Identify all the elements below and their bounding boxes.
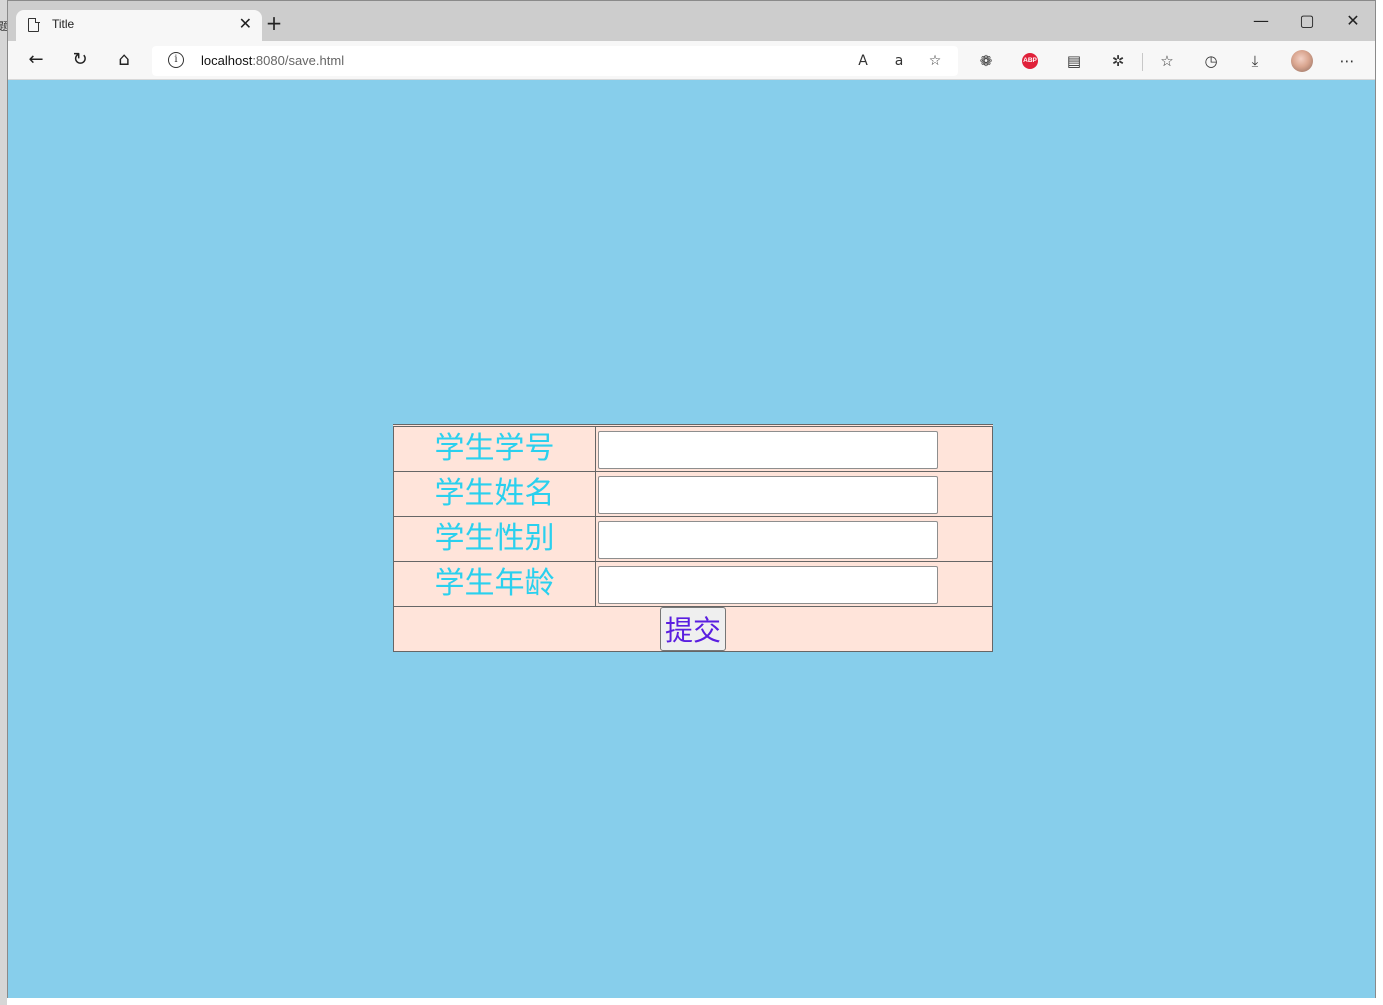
history-icon[interactable]: ◷ bbox=[1199, 49, 1223, 73]
page-icon bbox=[28, 17, 40, 32]
url-path: :8080/save.html bbox=[252, 53, 345, 68]
tab-title: Title bbox=[52, 17, 75, 31]
student-gender-input[interactable] bbox=[598, 521, 938, 559]
form-row-age: 学生年龄 bbox=[393, 561, 993, 607]
form-row-submit: 提交 bbox=[393, 606, 993, 652]
extension-icon[interactable]: ❁ bbox=[974, 49, 998, 73]
toolbar-divider bbox=[1142, 53, 1143, 71]
browser-toolbar: ← ↻ ⌂ i localhost:8080/save.html A a ☆ ❁… bbox=[8, 41, 1375, 80]
home-icon[interactable]: ⌂ bbox=[112, 48, 136, 72]
minimize-icon[interactable]: — bbox=[1251, 11, 1271, 30]
form-row-gender: 学生性别 bbox=[393, 516, 993, 562]
maximize-icon[interactable]: ▢ bbox=[1297, 11, 1317, 30]
translate-icon[interactable]: a bbox=[888, 49, 910, 73]
read-aloud-icon[interactable]: A bbox=[852, 49, 874, 73]
adblock-plus-icon[interactable]: ABP bbox=[1022, 53, 1038, 69]
student-gender-label: 学生性别 bbox=[434, 521, 555, 556]
address-url[interactable]: localhost:8080/save.html bbox=[201, 53, 344, 68]
browser-window: Title ✕ + — ▢ ✕ ← ↻ ⌂ i localhost:8080/s… bbox=[7, 0, 1376, 998]
title-bar: Title ✕ + — ▢ ✕ bbox=[8, 1, 1375, 42]
student-form-table: 学生学号 学生姓名 学生性别 学生年龄 提交 bbox=[393, 424, 993, 652]
add-favorite-icon[interactable]: ☆ bbox=[924, 49, 946, 73]
student-id-label: 学生学号 bbox=[434, 431, 555, 466]
more-menu-icon[interactable]: ⋯ bbox=[1335, 49, 1359, 73]
site-info-icon[interactable]: i bbox=[168, 52, 184, 68]
profile-avatar[interactable] bbox=[1291, 50, 1313, 72]
student-name-input[interactable] bbox=[598, 476, 938, 514]
download-icon[interactable]: ⤓ bbox=[1243, 49, 1267, 73]
close-window-icon[interactable]: ✕ bbox=[1343, 11, 1363, 30]
new-tab-icon[interactable]: + bbox=[264, 13, 284, 33]
background-window-edge: 题 bbox=[0, 0, 9, 1005]
back-icon[interactable]: ← bbox=[24, 48, 48, 72]
page-content: 学生学号 学生姓名 学生性别 学生年龄 提交 bbox=[8, 80, 1375, 998]
student-age-label: 学生年龄 bbox=[434, 566, 555, 601]
student-age-input[interactable] bbox=[598, 566, 938, 604]
tab-close-icon[interactable]: ✕ bbox=[239, 14, 252, 33]
url-host: localhost bbox=[201, 53, 253, 68]
extensions-icon[interactable]: ✲ bbox=[1106, 49, 1130, 73]
tab-active[interactable]: Title ✕ bbox=[16, 10, 262, 42]
refresh-icon[interactable]: ↻ bbox=[68, 48, 92, 72]
form-row-id: 学生学号 bbox=[393, 425, 993, 472]
favorites-icon[interactable]: ☆ bbox=[1155, 49, 1179, 73]
address-bar[interactable]: i localhost:8080/save.html A a ☆ bbox=[152, 46, 958, 76]
student-id-input[interactable] bbox=[598, 431, 938, 469]
form-row-name: 学生姓名 bbox=[393, 471, 993, 517]
submit-button[interactable]: 提交 bbox=[659, 607, 726, 651]
student-name-label: 学生姓名 bbox=[434, 476, 555, 511]
reader-extension-icon[interactable]: ▤ bbox=[1062, 49, 1086, 73]
